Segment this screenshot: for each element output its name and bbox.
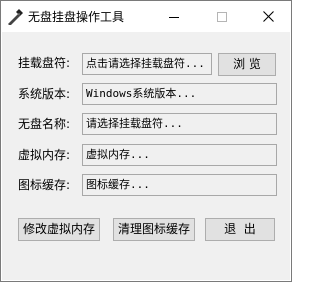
minimize-button[interactable]	[151, 1, 197, 32]
close-icon	[262, 11, 274, 22]
virtual-memory-label: 虚拟内存:	[18, 148, 71, 162]
system-version-field[interactable]: Windows系统版本...	[82, 83, 277, 105]
browse-button[interactable]: 浏 览	[218, 53, 276, 76]
exit-button[interactable]: 退 出	[205, 218, 275, 241]
maximize-icon	[217, 11, 227, 22]
app-window: 无盘挂盘操作工具 挂载盘符: 点击请选择挂载盘符... 浏 览 系统版本: Wi…	[0, 0, 292, 282]
icon-cache-field[interactable]: 图标缓存...	[82, 174, 277, 196]
app-icon	[7, 9, 23, 26]
diskless-name-label: 无盘名称:	[18, 117, 71, 131]
diskless-name-field[interactable]: 请选择挂载盘符...	[82, 113, 277, 135]
title-bar[interactable]: 无盘挂盘操作工具	[1, 1, 291, 32]
virtual-memory-field[interactable]: 虚拟内存...	[82, 144, 277, 166]
maximize-button[interactable]	[199, 1, 245, 32]
mount-drive-label: 挂载盘符:	[18, 56, 71, 70]
clear-icon-cache-button[interactable]: 清理图标缓存	[113, 218, 195, 241]
window-title: 无盘挂盘操作工具	[28, 10, 125, 24]
close-button[interactable]	[245, 1, 291, 32]
system-version-label: 系统版本:	[18, 87, 71, 101]
icon-cache-label: 图标缓存:	[18, 178, 71, 192]
form-panel: 挂载盘符: 点击请选择挂载盘符... 浏 览 系统版本: Windows系统版本…	[2, 32, 290, 280]
modify-virtual-memory-button[interactable]: 修改虚拟内存	[18, 218, 100, 241]
mount-drive-field[interactable]: 点击请选择挂载盘符...	[82, 53, 212, 75]
minimize-icon	[169, 16, 179, 18]
